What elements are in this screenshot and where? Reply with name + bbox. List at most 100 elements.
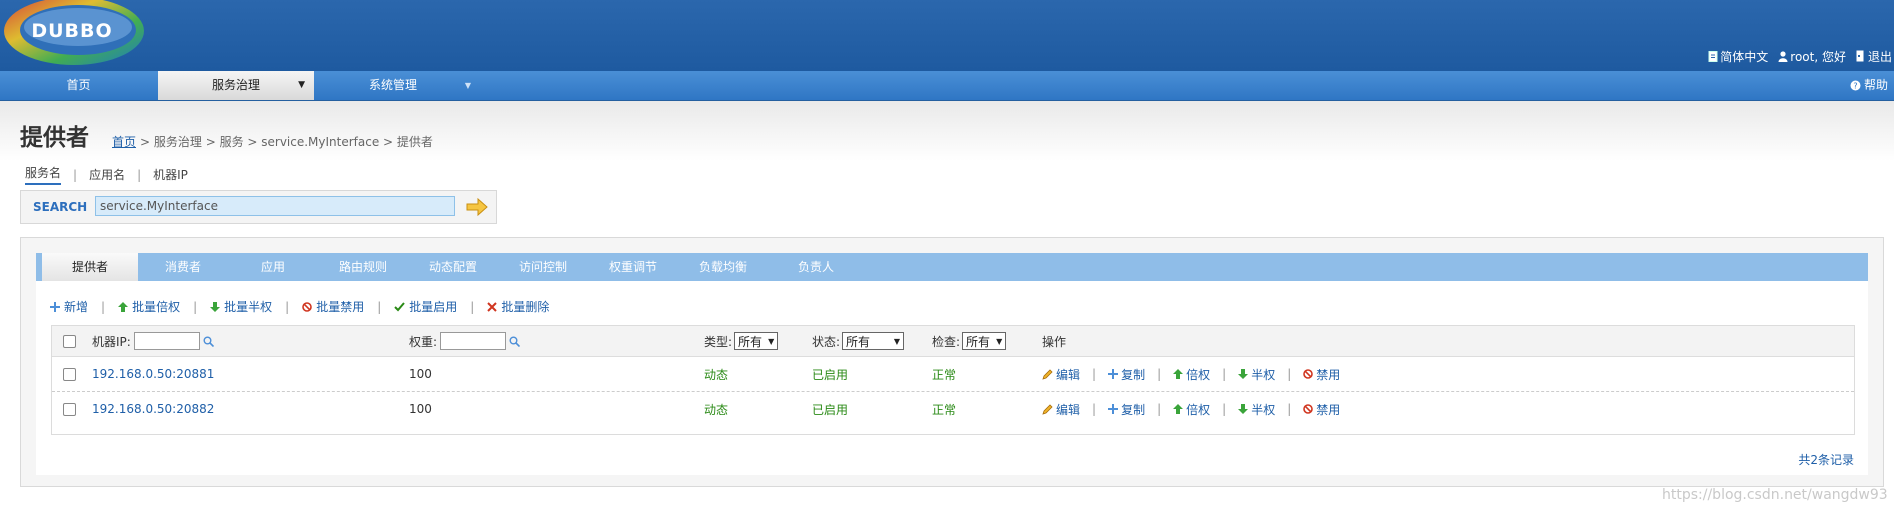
top-links: 简体中文 root, 您好 退出	[1708, 48, 1894, 64]
row-operations: 编辑 | 复制 | 倍权 | 半权 | 禁用	[1042, 392, 1340, 426]
weight-header: 权重:	[409, 326, 521, 356]
row-status: 已启用	[812, 367, 849, 382]
batch-enable-button[interactable]: 批量启用	[394, 298, 457, 315]
tab-consumers[interactable]: 消费者	[138, 253, 228, 281]
divider: |	[470, 299, 475, 314]
tab-routes[interactable]: 路由规则	[318, 253, 408, 281]
divider: |	[193, 299, 198, 314]
logo-text: DUBBO	[31, 20, 113, 42]
status-filter-value: 所有	[846, 334, 871, 349]
type-header-label: 类型:	[704, 334, 733, 349]
record-count: 共2条记录	[1798, 453, 1854, 467]
search-input[interactable]	[95, 196, 455, 216]
copy-button[interactable]: 复制	[1108, 401, 1145, 418]
tab-access-control[interactable]: 访问控制	[498, 253, 588, 281]
chevron-down-icon: ▼	[893, 336, 901, 346]
search-box: SEARCH	[20, 190, 497, 224]
row-type: 动态	[704, 367, 729, 382]
edit-button[interactable]: 编辑	[1042, 366, 1080, 383]
main-nav: 首页 服务治理 ▼ 系统管理 ▼ ? 帮助	[0, 71, 1894, 101]
check-header-label: 检查:	[932, 334, 961, 349]
batch-delete-label: 批量删除	[501, 300, 550, 314]
table-row: 192.168.0.50:20881 100 动态 已启用 正常 编辑 | 复制…	[52, 357, 1854, 392]
double-weight-label: 倍权	[1186, 367, 1211, 382]
help-icon: ?	[1850, 80, 1861, 91]
arrow-up-icon	[118, 301, 129, 312]
language-link[interactable]: 简体中文	[1708, 48, 1768, 65]
divider: |	[1287, 402, 1292, 416]
tab-label: 消费者	[164, 260, 201, 274]
row-weight: 100	[409, 367, 432, 381]
tab-providers[interactable]: 提供者	[42, 253, 138, 281]
select-all-checkbox[interactable]	[63, 326, 76, 356]
search-arrow-icon[interactable]	[465, 197, 489, 217]
tab-label: 提供者	[71, 260, 108, 274]
row-ip-link[interactable]: 192.168.0.50:20881	[92, 357, 214, 391]
nav-item-home[interactable]: 首页	[0, 71, 157, 100]
batch-half-weight-label: 批量半权	[224, 300, 273, 314]
search-tab-ip[interactable]: 机器IP	[153, 166, 188, 183]
row-ip-link[interactable]: 192.168.0.50:20882	[92, 392, 214, 426]
nav-item-system-admin[interactable]: 系统管理 ▼	[315, 71, 471, 100]
nav-item-label: 系统管理	[368, 78, 417, 92]
batch-half-weight-button[interactable]: 批量半权	[210, 298, 272, 315]
content-panel: 提供者 消费者 应用 路由规则 动态配置 访问控制 权重调节 负载均衡 负责人 …	[20, 237, 1884, 487]
tab-load-balance[interactable]: 负载均衡	[678, 253, 768, 281]
disable-button[interactable]: 禁用	[1303, 366, 1340, 383]
arrow-up-icon	[1173, 404, 1184, 414]
weight-header-label: 权重:	[409, 334, 438, 349]
check-icon	[394, 301, 406, 311]
search-icon[interactable]	[203, 336, 214, 347]
row-checkbox[interactable]	[63, 357, 76, 391]
search-tab-service[interactable]: 服务名	[25, 164, 62, 185]
edit-button[interactable]: 编辑	[1042, 401, 1080, 418]
tab-label: 应用	[260, 260, 285, 274]
type-header: 类型: 所有 ▼	[704, 326, 779, 356]
breadcrumb-home[interactable]: 首页	[112, 133, 136, 150]
document-icon	[1708, 50, 1718, 62]
help-link[interactable]: ? 帮助	[1850, 71, 1888, 100]
add-button[interactable]: 新增	[50, 298, 88, 315]
half-weight-button[interactable]: 半权	[1238, 366, 1275, 383]
tab-label: 路由规则	[338, 260, 387, 274]
tab-label: 负责人	[797, 260, 834, 274]
disable-button[interactable]: 禁用	[1303, 401, 1340, 418]
tab-weights[interactable]: 权重调节	[588, 253, 678, 281]
page-title: 提供者	[20, 125, 89, 151]
tab-applications[interactable]: 应用	[228, 253, 318, 281]
tab-owners[interactable]: 负责人	[768, 253, 864, 281]
table-header-row: 机器IP: 权重: 类型: 所有 ▼ 状态: 所有 ▼ 检查: 所有 ▼ 操作	[52, 326, 1854, 357]
double-weight-button[interactable]: 倍权	[1173, 366, 1210, 383]
search-icon[interactable]	[509, 336, 521, 347]
chevron-down-icon: ▼	[464, 81, 471, 90]
copy-label: 复制	[1121, 402, 1146, 417]
nav-item-service-governance[interactable]: 服务治理 ▼	[158, 71, 314, 100]
half-weight-label: 半权	[1251, 402, 1276, 417]
batch-disable-button[interactable]: 批量禁用	[302, 298, 364, 315]
divider: |	[1222, 402, 1227, 416]
search-tab-application[interactable]: 应用名	[89, 166, 125, 183]
check-filter-select[interactable]: 所有 ▼	[962, 332, 1007, 350]
tab-label: 动态配置	[428, 260, 477, 274]
ip-filter-input[interactable]	[133, 332, 200, 350]
double-weight-button[interactable]: 倍权	[1173, 401, 1210, 418]
type-filter-select[interactable]: 所有 ▼	[734, 332, 779, 350]
weight-filter-input[interactable]	[440, 332, 507, 350]
batch-double-weight-button[interactable]: 批量倍权	[118, 298, 180, 315]
divider: |	[285, 299, 290, 314]
tab-dynamic-config[interactable]: 动态配置	[408, 253, 498, 281]
row-checkbox[interactable]	[63, 392, 76, 426]
detail-tabs: 提供者 消费者 应用 路由规则 动态配置 访问控制 权重调节 负载均衡 负责人	[36, 253, 1868, 281]
svg-text:?: ?	[1853, 82, 1857, 91]
batch-enable-label: 批量启用	[409, 300, 458, 314]
logout-link[interactable]: 退出	[1856, 48, 1892, 65]
chevron-down-icon: ▼	[298, 80, 305, 90]
tab-label: 负载均衡	[698, 260, 747, 274]
half-weight-button[interactable]: 半权	[1238, 401, 1275, 418]
divider: |	[73, 167, 78, 182]
batch-delete-button[interactable]: 批量删除	[487, 298, 549, 315]
status-filter-select[interactable]: 所有 ▼	[842, 332, 905, 350]
copy-button[interactable]: 复制	[1108, 366, 1145, 383]
user-greeting: root, 您好	[1778, 48, 1846, 65]
logout-icon	[1856, 50, 1864, 62]
